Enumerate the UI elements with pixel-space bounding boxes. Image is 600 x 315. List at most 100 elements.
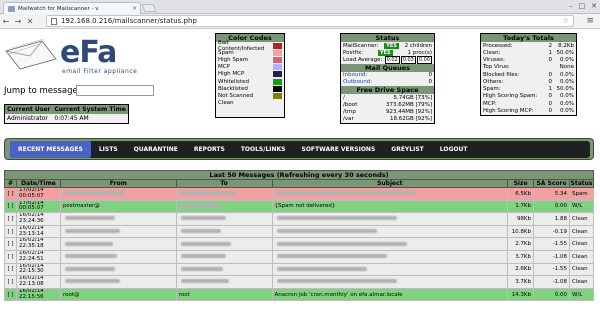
redacted-from bbox=[64, 216, 115, 221]
message-sa-score: 0.00 bbox=[533, 287, 570, 302]
totals-title: Today's Totals bbox=[481, 34, 576, 42]
current-user: Administrator bbox=[4, 114, 53, 124]
color-swatch bbox=[273, 92, 282, 99]
message-datetime: 16/02/14 22:35:18 bbox=[15, 237, 61, 251]
select-checkbox[interactable]: [ ] bbox=[4, 199, 17, 214]
queue-label[interactable]: Outbound: bbox=[343, 79, 372, 85]
totals-values: 0 0.0% bbox=[549, 93, 575, 99]
column-header[interactable]: Status bbox=[568, 179, 595, 188]
select-checkbox[interactable]: [ ] bbox=[4, 249, 17, 264]
color-swatch bbox=[273, 100, 282, 107]
close-window-icon[interactable]: ✕ bbox=[591, 2, 597, 10]
queue-label[interactable]: Inbound: bbox=[343, 72, 367, 78]
drive-free: 5.74GB [73%] bbox=[393, 94, 432, 101]
nav-item[interactable]: GREYLIST bbox=[383, 141, 431, 158]
jump-to-message-input[interactable] bbox=[76, 85, 154, 96]
tab-title: Mailwatch for Mailscanner - v bbox=[18, 5, 99, 12]
message-row[interactable]: [ ] 17/02/14 00:05:07 6.5Kb 5.34 Spam bbox=[4, 187, 595, 201]
message-size: 6.5Kb bbox=[507, 187, 535, 201]
redacted-from bbox=[64, 254, 117, 259]
redacted-subject bbox=[276, 191, 417, 196]
close-tab-icon[interactable]: × bbox=[132, 5, 137, 12]
message-row[interactable]: [ ] 16/02/14 22:13:08 3.7Kb -1.08 Clean bbox=[4, 275, 595, 289]
message-row[interactable]: [ ] 16/02/14 22:35:18 2.7Kb -1.55 Clean bbox=[4, 237, 595, 251]
efa-logo: eFa email Filter appliance bbox=[4, 35, 154, 83]
nav-item[interactable]: QUARANTINE bbox=[126, 141, 186, 158]
totals-amount: 0.0% bbox=[560, 57, 574, 64]
message-time: 23:13:14 bbox=[18, 230, 44, 237]
message-status: Spam bbox=[568, 187, 595, 201]
column-header[interactable]: # bbox=[4, 179, 17, 188]
totals-label: Clean: bbox=[483, 49, 501, 56]
select-checkbox[interactable]: [ ] bbox=[4, 187, 17, 201]
messages-header-row: # Date/Time From To Subject Size SA Score Statu… bbox=[4, 179, 595, 188]
back-icon[interactable]: ← bbox=[0, 17, 12, 26]
redacted-from bbox=[64, 266, 115, 271]
color-code-row: Bad Content/Infected bbox=[216, 40, 284, 52]
column-header[interactable]: Date/Time bbox=[15, 179, 61, 188]
message-row[interactable]: [ ] 17/02/14 00:05:07 postmaster@ {Spam not … bbox=[4, 199, 595, 214]
select-checkbox[interactable]: [ ] bbox=[4, 287, 17, 302]
message-from bbox=[59, 187, 177, 201]
nav-item[interactable]: TOOLS/LINKS bbox=[233, 141, 294, 158]
status-label: Postfix: bbox=[343, 49, 364, 56]
column-header[interactable]: Size bbox=[507, 179, 535, 188]
message-time: 22:35:18 bbox=[18, 243, 44, 250]
message-row[interactable]: [ ] 16/02/14 23:13:14 10.8Kb -0.19 Clean bbox=[4, 224, 595, 239]
select-checkbox[interactable]: [ ] bbox=[4, 275, 17, 289]
message-status: Clean bbox=[568, 237, 595, 251]
maximize-icon[interactable]: □ bbox=[579, 2, 586, 10]
message-size: 14.3Kb bbox=[507, 287, 535, 302]
totals-label: High Scoring Spam: bbox=[483, 93, 538, 100]
message-status: Clean bbox=[568, 275, 595, 289]
bookmark-star-icon[interactable]: ☆ bbox=[562, 16, 569, 25]
message-row[interactable]: [ ] 16/02/14 22:15:56 root@ root Anacron job … bbox=[4, 287, 595, 302]
totals-amount: None bbox=[559, 64, 574, 71]
drive-space-list: / 5.74GB [73%] /boot 373.62MB [79%] /tmp 923.… bbox=[341, 94, 434, 123]
message-subject-text: {Spam not delivered} bbox=[274, 203, 336, 210]
select-checkbox[interactable]: [ ] bbox=[4, 262, 17, 277]
totals-amount: 8.2Kb bbox=[558, 42, 574, 49]
address-bar[interactable]: 192.168.0.216/mailscanner/status.php ☆ bbox=[46, 15, 574, 27]
browser-tab[interactable]: Mailwatch for Mailscanner - v × bbox=[3, 2, 141, 14]
select-checkbox[interactable]: [ ] bbox=[4, 224, 17, 239]
column-header[interactable]: Subject bbox=[271, 179, 509, 188]
column-header[interactable]: From bbox=[59, 179, 177, 188]
new-tab-button[interactable] bbox=[141, 4, 157, 12]
jump-label: Jump to message: bbox=[4, 86, 81, 96]
column-header[interactable]: SA Score bbox=[533, 179, 570, 188]
main-navigation: RECENT MESSAGES LISTS QUARANTINE REPORTS TOO… bbox=[4, 138, 594, 160]
nav-item[interactable]: REPORTS bbox=[186, 141, 233, 158]
totals-row: MCP: 0 0.0% bbox=[481, 100, 576, 107]
current-user-header: Current User bbox=[4, 104, 53, 114]
message-size: 10.8Kb bbox=[507, 224, 535, 239]
message-to bbox=[175, 262, 273, 277]
message-row[interactable]: [ ] 16/02/14 23:24:36 98Kb 1.88 Clean bbox=[4, 212, 595, 226]
nav-item[interactable]: RECENT MESSAGES bbox=[10, 141, 91, 158]
select-checkbox[interactable]: [ ] bbox=[4, 237, 17, 251]
message-sa-score: -1.55 bbox=[533, 237, 570, 251]
minimize-icon[interactable]: – bbox=[569, 2, 573, 10]
drive-free: 373.62MB [79%] bbox=[385, 101, 432, 108]
totals-row: High Scoring MCP: 0 0.0% bbox=[481, 107, 576, 114]
nav-item[interactable]: SOFTWARE VERSIONS bbox=[294, 141, 384, 158]
select-checkbox[interactable]: [ ] bbox=[4, 212, 17, 226]
totals-values: 0 0.0% bbox=[549, 72, 575, 78]
nav-item[interactable]: LISTS bbox=[91, 141, 126, 158]
message-to bbox=[175, 237, 273, 251]
message-from bbox=[59, 224, 177, 239]
message-from: root@ bbox=[59, 287, 177, 302]
browser-menu-icon[interactable]: ≡ bbox=[586, 16, 594, 26]
message-status: Clean bbox=[568, 212, 595, 226]
status-label: MailScanner: bbox=[343, 42, 379, 49]
totals-amount: 50.0% bbox=[556, 86, 574, 93]
stop-icon[interactable]: ✕ bbox=[24, 17, 36, 26]
drive-row: /boot 373.62MB [79%] bbox=[341, 101, 434, 108]
nav-item[interactable]: LOGOUT bbox=[432, 141, 476, 158]
color-code-row: Not Scanned bbox=[216, 92, 284, 99]
message-row[interactable]: [ ] 16/02/14 22:15:30 2.6Kb -1.55 Clean bbox=[4, 262, 595, 277]
message-from bbox=[59, 212, 177, 226]
column-header[interactable]: To bbox=[175, 179, 273, 188]
forward-icon[interactable]: → bbox=[12, 17, 24, 26]
message-row[interactable]: [ ] 16/02/14 22:24:51 3.7Kb -1.08 Clean bbox=[4, 249, 595, 264]
